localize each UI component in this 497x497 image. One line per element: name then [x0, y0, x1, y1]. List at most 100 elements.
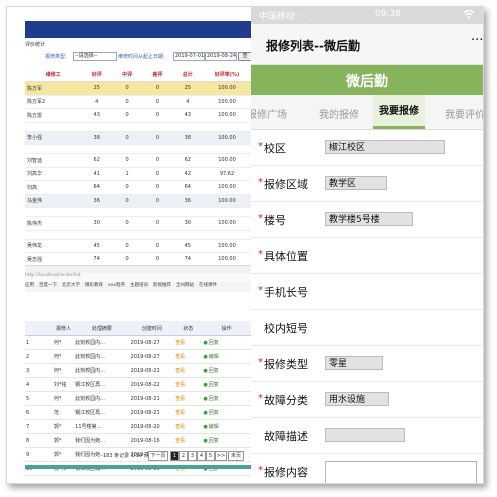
stats-cell: [203, 144, 251, 154]
status-link[interactable]: 查看: [174, 349, 203, 364]
filter-bar: 报修类型: --请选择-- 维修时间从起止日期: 2019-07-01 2019…: [25, 52, 251, 61]
page-2-button[interactable]: 2: [179, 451, 188, 461]
mobile-panel: 中国移动 ··· 09:38 报修列表--微后勤 ··· 微后勤 报修广场 我的…: [251, 7, 483, 483]
bookmark-item[interactable]: 在线课件: [199, 283, 217, 288]
status-link[interactable]: 查看: [174, 377, 203, 392]
next-page-button[interactable]: 下一页: [148, 451, 168, 461]
page-3-button[interactable]: 3: [188, 451, 197, 461]
field-value[interactable]: 教学区: [325, 176, 387, 190]
stats-cell: 36: [81, 194, 112, 208]
form-row: * 故障分类 用水设施: [251, 381, 483, 418]
bookmark-item[interactable]: 主题培训: [130, 283, 148, 288]
row-number: 5: [25, 391, 53, 406]
stats-cell: 100.00: [203, 81, 251, 96]
stats-cell: [203, 230, 251, 240]
page-1-button[interactable]: 1: [170, 451, 179, 461]
action-link[interactable]: 回复: [202, 391, 251, 406]
field-value[interactable]: 教学楼5号楼: [325, 212, 413, 226]
stats-cell: 0: [111, 194, 143, 208]
bookmark-item[interactable]: xxx程序: [108, 283, 125, 288]
field-label: 手机长号: [264, 286, 308, 299]
tab-submit-repair[interactable]: 我要报修: [373, 95, 425, 129]
required-marker: *: [258, 393, 263, 404]
repair-type-label: 报修类型:: [45, 54, 67, 60]
status-link[interactable]: 查看: [174, 363, 203, 378]
tab-my-repairs[interactable]: 我的报修: [319, 106, 359, 121]
pagination: 183 条记录 1/19 页 下一页 1 2 3 4 5 >> 末页: [25, 451, 251, 461]
form-row: * 报修区域 教学区: [251, 165, 483, 202]
stats-row: 李小强 38 0 0 38 100.00: [25, 131, 251, 145]
form-row: * 具体位置: [251, 237, 483, 274]
stats-cell: 100.00: [203, 180, 251, 195]
last-page-button[interactable]: 末页: [228, 451, 244, 461]
page-5-button[interactable]: 5: [206, 451, 215, 461]
stats-row: [25, 207, 251, 217]
stats-cell: 100.00: [203, 153, 251, 168]
form-row: * 报修内容: [251, 453, 483, 483]
row-number: 8: [25, 433, 53, 448]
action-link[interactable]: 回复: [202, 335, 251, 350]
col-header: 中评: [111, 67, 143, 82]
stats-cell: 0: [142, 194, 173, 208]
query-button[interactable]: 查: [238, 52, 251, 61]
action-link[interactable]: 回复: [202, 433, 251, 448]
table-row: 3何*此刻校园内...2019-08-22查看回复: [25, 363, 251, 378]
bookmark-item[interactable]: 百度一下: [39, 283, 57, 288]
stats-row: 马金伟 36 0 0 36 100.00: [25, 194, 251, 208]
worker-name: 陈方雷: [25, 108, 82, 123]
field-value[interactable]: 用水设施: [325, 392, 389, 406]
tab-repair-square[interactable]: 报修广场: [251, 106, 287, 121]
status-link[interactable]: 查看: [174, 335, 203, 350]
stats-row: 陈伟杰 30 0 0 30 100.00: [25, 216, 251, 231]
action-link[interactable]: 编辑: [202, 419, 251, 434]
next-arrow-button[interactable]: >>: [215, 451, 227, 461]
tab-rate[interactable]: 我要评价: [445, 106, 483, 121]
action-link[interactable]: 编辑: [202, 349, 251, 364]
stats-cell: 0: [142, 153, 173, 168]
action-link[interactable]: 回复: [202, 405, 251, 420]
bookmark-item[interactable]: 精彩教育: [85, 283, 103, 288]
repair-type-select[interactable]: --请选择--: [73, 52, 117, 61]
action-link[interactable]: 回复: [202, 377, 251, 392]
required-marker: *: [258, 213, 263, 224]
stats-cell: 0: [142, 216, 173, 231]
stats-cell: 4: [172, 95, 204, 109]
stats-cell: 97.62: [203, 167, 251, 181]
stats-cell: 0: [111, 153, 143, 168]
stats-cell: 100.00: [203, 239, 251, 253]
table-row: 5何*此刻校园内...2019-08-21查看回复: [25, 391, 251, 406]
stats-cell: 62: [172, 153, 204, 168]
stats-cell: 100.00: [203, 131, 251, 145]
date-to-input[interactable]: 2019-08-24: [205, 52, 237, 61]
field-label: 具体位置: [264, 250, 308, 263]
reporter-name: 郭*: [52, 433, 75, 448]
status-link[interactable]: 查看: [174, 419, 203, 434]
stats-cell: [111, 207, 143, 217]
bookmark-item[interactable]: 全州网站: [176, 283, 194, 288]
status-link[interactable]: 查看: [174, 405, 203, 420]
date-from-input[interactable]: 2019-07-01: [173, 52, 205, 61]
field-value[interactable]: 零星: [325, 356, 383, 370]
field-value[interactable]: [325, 428, 405, 442]
required-marker: *: [258, 177, 263, 188]
field-label: 报修内容: [264, 466, 308, 479]
reporter-name: 何*: [52, 391, 75, 406]
field-value[interactable]: 椒江校区: [325, 140, 445, 154]
bookmark-item[interactable]: 应用: [25, 283, 34, 288]
bookmark-item[interactable]: 北京大学: [62, 283, 80, 288]
created-date: 2019-08-27: [129, 349, 175, 364]
status-link[interactable]: 查看: [174, 433, 203, 448]
bookmark-item[interactable]: 影视推荐: [153, 283, 171, 288]
action-link[interactable]: 回复: [202, 363, 251, 378]
created-date: 2019-08-16: [129, 433, 175, 448]
stats-cell: 0: [111, 131, 143, 145]
created-date: 2019-08-27: [129, 335, 175, 350]
page-4-button[interactable]: 4: [197, 451, 206, 461]
stats-cell: 64: [81, 180, 112, 195]
stats-cell: 74: [81, 252, 112, 267]
stats-cell: 43: [172, 108, 204, 123]
more-menu-icon[interactable]: ···: [471, 33, 483, 48]
content-textarea[interactable]: [325, 461, 477, 483]
status-link[interactable]: 查看: [174, 391, 203, 406]
required-marker: *: [258, 285, 263, 296]
